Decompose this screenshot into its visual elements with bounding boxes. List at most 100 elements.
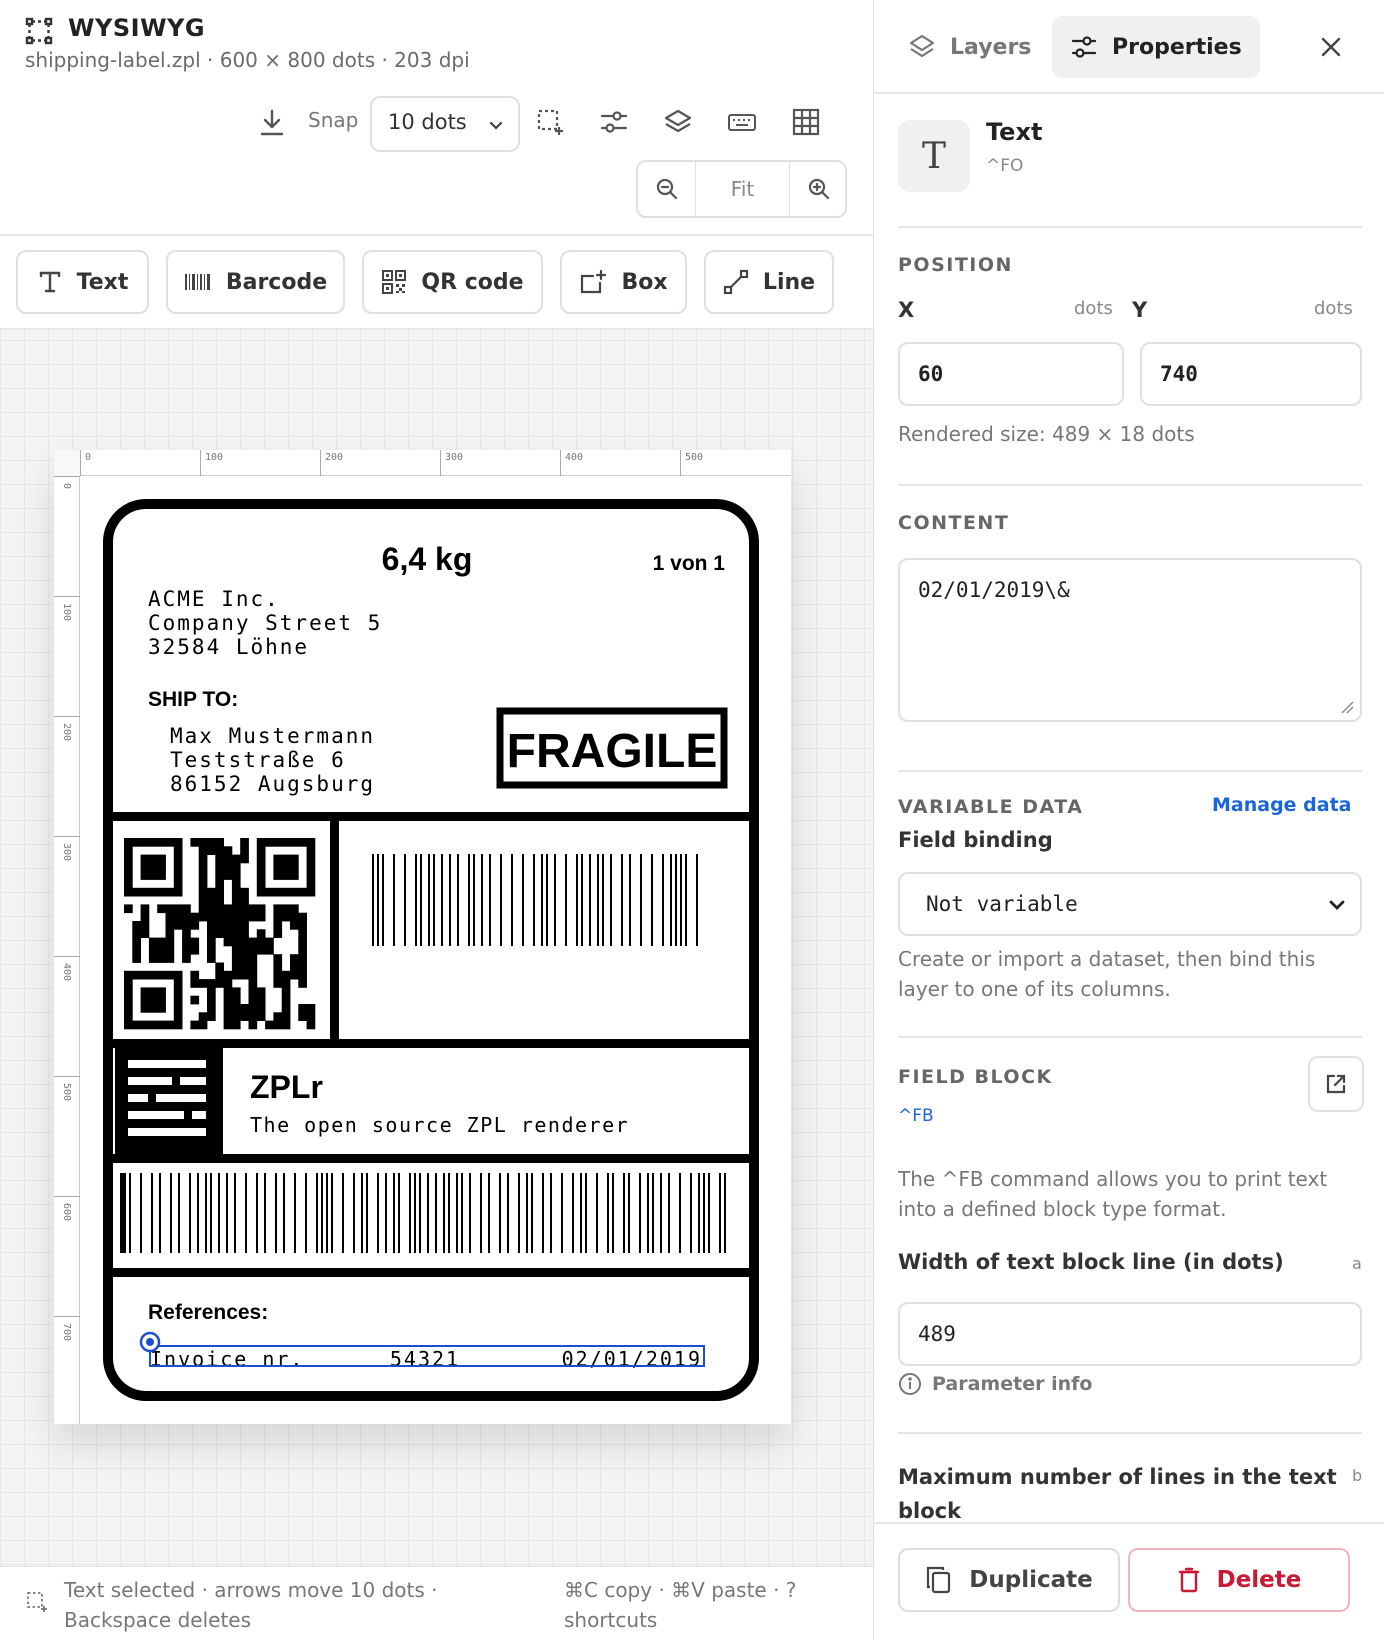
- qr-module: [198, 912, 208, 922]
- keyboard-icon[interactable]: [724, 104, 760, 140]
- qr-module: [281, 862, 291, 872]
- snap-select[interactable]: 10 dots: [370, 96, 520, 152]
- add-box-button[interactable]: Box: [560, 250, 687, 314]
- panel-actions: Duplicate Delete: [874, 1522, 1384, 1640]
- qr-module: [281, 838, 291, 847]
- text-icon: [37, 269, 63, 295]
- qr-module: [198, 879, 208, 889]
- qr-module: [140, 970, 150, 980]
- y-input[interactable]: 740: [1140, 342, 1362, 406]
- layer-type-name: Text: [986, 118, 1043, 146]
- barcode-bar: [256, 1173, 258, 1253]
- download-icon[interactable]: [255, 106, 289, 140]
- manage-data-link[interactable]: Manage data: [1212, 794, 1352, 816]
- sliders-icon[interactable]: [596, 104, 632, 140]
- qr-module: [198, 854, 208, 864]
- zoom-fit-button[interactable]: Fit: [696, 162, 789, 216]
- qr-module: [148, 987, 158, 997]
- label-recipient-line: Teststraße 6: [170, 748, 346, 772]
- qr-module: [182, 904, 191, 914]
- add-qr-label: QR code: [421, 269, 524, 295]
- properties-content[interactable]: T Text ^FO POSITION X dots Y dots 60 740…: [874, 96, 1384, 1522]
- qr-module: [298, 954, 307, 963]
- parameter-info-toggle[interactable]: Parameter info: [898, 1372, 1092, 1396]
- chevron-down-icon: [488, 117, 504, 133]
- barcode-bar: [639, 1173, 641, 1253]
- qr-module: [207, 987, 216, 997]
- barcode-bar: [331, 1173, 333, 1253]
- add-barcode-button[interactable]: Barcode: [166, 250, 345, 314]
- tab-layers[interactable]: Layers: [890, 16, 1049, 78]
- qr-module: [281, 979, 291, 988]
- ruler-vertical: 0 100 200 300 400 500 600 700: [54, 476, 80, 1424]
- barcode-bar: [151, 1173, 153, 1253]
- barcode-bar: [708, 1173, 710, 1253]
- variable-hint: Create or import a dataset, then bind th…: [898, 947, 1316, 1001]
- duplicate-button[interactable]: Duplicate: [898, 1548, 1120, 1612]
- field-block-command-link[interactable]: ^FB: [898, 1106, 934, 1126]
- close-panel-button[interactable]: [1314, 30, 1348, 64]
- delete-label: Delete: [1216, 1567, 1302, 1593]
- qr-module: [273, 921, 283, 930]
- qr-module: [198, 904, 208, 914]
- qr-module: [190, 912, 200, 922]
- field-binding-select[interactable]: Not variable: [898, 872, 1362, 936]
- label-divider: [108, 1268, 754, 1277]
- qr-module: [157, 987, 166, 997]
- barcode-icon: [184, 271, 212, 293]
- width-input[interactable]: 489: [898, 1302, 1362, 1366]
- barcode-bar: [647, 1173, 649, 1253]
- qr-module: [132, 1020, 141, 1030]
- tab-properties[interactable]: Properties: [1052, 16, 1260, 78]
- barcode-bar: [696, 854, 698, 946]
- add-qr-button[interactable]: QR code: [362, 250, 543, 314]
- qr-module: [290, 838, 299, 847]
- barcode-bar: [366, 1173, 368, 1253]
- label-invoice-no: 54321: [390, 1347, 460, 1371]
- section-divider: [898, 484, 1362, 486]
- content-textarea[interactable]: 02/01/2019\&: [898, 558, 1362, 722]
- qr-module: [306, 871, 316, 880]
- ruler-h-tick: 0: [80, 450, 91, 476]
- qr-module: [157, 937, 166, 947]
- qr-module: [231, 921, 241, 930]
- qr-module: [290, 954, 299, 963]
- barcode-bar: [393, 1173, 395, 1253]
- barcode-bar: [170, 1173, 172, 1253]
- sliders-icon: [1070, 33, 1098, 61]
- qr-module: [157, 995, 166, 1005]
- label-references: References:: [148, 1301, 268, 1324]
- barcode-bar: [668, 1173, 670, 1253]
- max-lines-label: Maximum number of lines in the text bloc…: [898, 1465, 1337, 1522]
- qr-module: [231, 929, 241, 938]
- qr-module: [298, 962, 307, 972]
- delete-button[interactable]: Delete: [1128, 1548, 1350, 1612]
- qr-module: [157, 838, 166, 847]
- grid-icon[interactable]: [788, 104, 824, 140]
- qr-module: [281, 912, 291, 922]
- zoom-out-button[interactable]: [638, 162, 696, 216]
- resize-handle-icon[interactable]: [1340, 700, 1354, 714]
- zoom-in-button[interactable]: [789, 162, 847, 216]
- design-canvas[interactable]: 0 100 200 300 400 500 0 100 200 300 400 …: [0, 330, 873, 1566]
- add-line-button[interactable]: Line: [704, 250, 834, 314]
- qr-module: [240, 962, 249, 972]
- barcode-bar: [507, 1173, 509, 1253]
- x-input[interactable]: 60: [898, 342, 1124, 406]
- field-block-docs-button[interactable]: [1308, 1056, 1364, 1112]
- content-heading: CONTENT: [898, 512, 1010, 534]
- qr-module: [265, 838, 274, 847]
- barcode-bar: [419, 1173, 421, 1253]
- qr-module: [124, 904, 133, 914]
- qr-module: [240, 921, 249, 930]
- add-text-button[interactable]: Text: [16, 250, 149, 314]
- layers-icon[interactable]: [660, 104, 696, 140]
- qr-module: [223, 912, 233, 922]
- barcode-bar: [159, 1173, 161, 1253]
- qr-module: [173, 871, 183, 880]
- barcode-bar: [275, 1173, 277, 1253]
- qr-module: [207, 945, 216, 955]
- qr-module: [124, 838, 133, 847]
- qr-module: [124, 970, 133, 980]
- select-area-icon[interactable]: [532, 104, 568, 140]
